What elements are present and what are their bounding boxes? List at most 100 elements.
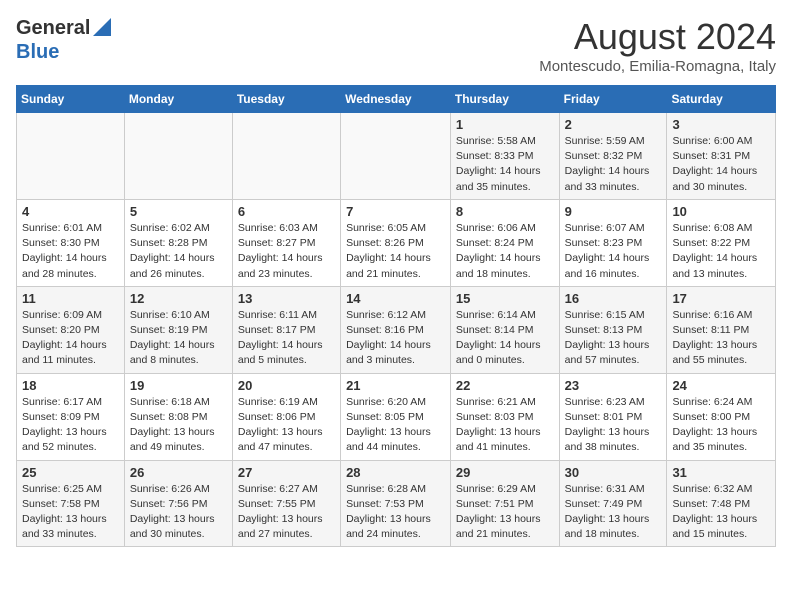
day-info: Sunrise: 5:58 AM Sunset: 8:33 PM Dayligh… (456, 134, 554, 195)
day-info: Sunrise: 6:28 AM Sunset: 7:53 PM Dayligh… (346, 482, 445, 543)
calendar-cell: 12 Sunrise: 6:10 AM Sunset: 8:19 PM Dayli… (124, 286, 232, 373)
day-info: Sunrise: 6:20 AM Sunset: 8:05 PM Dayligh… (346, 395, 445, 456)
calendar-cell: 2 Sunrise: 5:59 AM Sunset: 8:32 PM Daylig… (559, 113, 667, 200)
calendar-cell (232, 113, 340, 200)
day-info: Sunrise: 6:08 AM Sunset: 8:22 PM Dayligh… (672, 221, 770, 282)
day-info: Sunrise: 6:31 AM Sunset: 7:49 PM Dayligh… (565, 482, 662, 543)
day-number: 4 (22, 204, 119, 219)
day-info: Sunrise: 6:05 AM Sunset: 8:26 PM Dayligh… (346, 221, 445, 282)
calendar-cell: 17Sunrise: 6:16 AM Sunset: 8:11 PM Dayli… (667, 286, 776, 373)
day-info: Sunrise: 6:25 AM Sunset: 7:58 PM Dayligh… (22, 482, 119, 543)
calendar-cell: 30 Sunrise: 6:31 AM Sunset: 7:49 PM Dayli… (559, 460, 667, 547)
calendar-cell (124, 113, 232, 200)
calendar-cell: 4 Sunrise: 6:01 AM Sunset: 8:30 PM Daylig… (17, 199, 125, 286)
day-number: 19 (130, 378, 227, 393)
calendar-cell (341, 113, 451, 200)
day-info: Sunrise: 6:03 AM Sunset: 8:27 PM Dayligh… (238, 221, 335, 282)
title-area: August 2024 Montescudo, Emilia-Romagna, … (539, 16, 776, 75)
calendar-week-3: 11 Sunrise: 6:09 AM Sunset: 8:20 PM Dayli… (17, 286, 776, 373)
day-number: 23 (565, 378, 662, 393)
day-number: 24 (672, 378, 770, 393)
logo-blue: Blue (16, 41, 59, 63)
day-number: 22 (456, 378, 554, 393)
day-info: Sunrise: 6:15 AM Sunset: 8:13 PM Dayligh… (565, 308, 662, 369)
day-number: 9 (565, 204, 662, 219)
calendar-cell: 10Sunrise: 6:08 AM Sunset: 8:22 PM Dayli… (667, 199, 776, 286)
calendar-week-4: 18Sunrise: 6:17 AM Sunset: 8:09 PM Dayli… (17, 373, 776, 460)
day-number: 13 (238, 291, 335, 306)
calendar-cell: 3 Sunrise: 6:00 AM Sunset: 8:31 PM Daylig… (667, 113, 776, 200)
day-number: 14 (346, 291, 445, 306)
calendar-cell: 15Sunrise: 6:14 AM Sunset: 8:14 PM Dayli… (450, 286, 559, 373)
calendar-cell: 27 Sunrise: 6:27 AM Sunset: 7:55 PM Dayli… (232, 460, 340, 547)
day-number: 3 (672, 117, 770, 132)
day-info: Sunrise: 5:59 AM Sunset: 8:32 PM Dayligh… (565, 134, 662, 195)
day-info: Sunrise: 6:07 AM Sunset: 8:23 PM Dayligh… (565, 221, 662, 282)
calendar-cell: 31Sunrise: 6:32 AM Sunset: 7:48 PM Dayli… (667, 460, 776, 547)
day-number: 12 (130, 291, 227, 306)
weekday-header-saturday: Saturday (667, 86, 776, 113)
calendar-cell: 22 Sunrise: 6:21 AM Sunset: 8:03 PM Dayli… (450, 373, 559, 460)
day-info: Sunrise: 6:11 AM Sunset: 8:17 PM Dayligh… (238, 308, 335, 369)
calendar-week-5: 25 Sunrise: 6:25 AM Sunset: 7:58 PM Dayli… (17, 460, 776, 547)
calendar-cell: 29 Sunrise: 6:29 AM Sunset: 7:51 PM Dayli… (450, 460, 559, 547)
calendar-cell: 8 Sunrise: 6:06 AM Sunset: 8:24 PM Daylig… (450, 199, 559, 286)
calendar-cell (17, 113, 125, 200)
day-info: Sunrise: 6:09 AM Sunset: 8:20 PM Dayligh… (22, 308, 119, 369)
logo: General Blue (16, 16, 111, 64)
weekday-header-monday: Monday (124, 86, 232, 113)
calendar-cell: 19 Sunrise: 6:18 AM Sunset: 8:08 PM Dayli… (124, 373, 232, 460)
day-info: Sunrise: 6:24 AM Sunset: 8:00 PM Dayligh… (672, 395, 770, 456)
calendar-week-2: 4 Sunrise: 6:01 AM Sunset: 8:30 PM Daylig… (17, 199, 776, 286)
day-info: Sunrise: 6:01 AM Sunset: 8:30 PM Dayligh… (22, 221, 119, 282)
day-info: Sunrise: 6:16 AM Sunset: 8:11 PM Dayligh… (672, 308, 770, 369)
calendar-cell: 18Sunrise: 6:17 AM Sunset: 8:09 PM Dayli… (17, 373, 125, 460)
calendar-cell: 26Sunrise: 6:26 AM Sunset: 7:56 PM Dayli… (124, 460, 232, 547)
weekday-header-tuesday: Tuesday (232, 86, 340, 113)
day-info: Sunrise: 6:23 AM Sunset: 8:01 PM Dayligh… (565, 395, 662, 456)
calendar-cell: 13 Sunrise: 6:11 AM Sunset: 8:17 PM Dayli… (232, 286, 340, 373)
calendar-week-1: 1 Sunrise: 5:58 AM Sunset: 8:33 PM Daylig… (17, 113, 776, 200)
calendar-cell: 5 Sunrise: 6:02 AM Sunset: 8:28 PM Daylig… (124, 199, 232, 286)
weekday-header-thursday: Thursday (450, 86, 559, 113)
day-info: Sunrise: 6:06 AM Sunset: 8:24 PM Dayligh… (456, 221, 554, 282)
day-number: 6 (238, 204, 335, 219)
day-number: 26 (130, 465, 227, 480)
day-info: Sunrise: 6:29 AM Sunset: 7:51 PM Dayligh… (456, 482, 554, 543)
day-info: Sunrise: 6:19 AM Sunset: 8:06 PM Dayligh… (238, 395, 335, 456)
day-info: Sunrise: 6:00 AM Sunset: 8:31 PM Dayligh… (672, 134, 770, 195)
day-number: 27 (238, 465, 335, 480)
day-number: 30 (565, 465, 662, 480)
calendar-cell: 16 Sunrise: 6:15 AM Sunset: 8:13 PM Dayli… (559, 286, 667, 373)
day-number: 21 (346, 378, 445, 393)
day-number: 29 (456, 465, 554, 480)
day-number: 2 (565, 117, 662, 132)
day-info: Sunrise: 6:10 AM Sunset: 8:19 PM Dayligh… (130, 308, 227, 369)
calendar-cell: 21 Sunrise: 6:20 AM Sunset: 8:05 PM Dayli… (341, 373, 451, 460)
weekday-header-friday: Friday (559, 86, 667, 113)
day-info: Sunrise: 6:18 AM Sunset: 8:08 PM Dayligh… (130, 395, 227, 456)
day-number: 31 (672, 465, 770, 480)
day-info: Sunrise: 6:17 AM Sunset: 8:09 PM Dayligh… (22, 395, 119, 456)
calendar-cell: 9 Sunrise: 6:07 AM Sunset: 8:23 PM Daylig… (559, 199, 667, 286)
logo-general: General (16, 17, 90, 40)
day-number: 5 (130, 204, 227, 219)
weekday-header-wednesday: Wednesday (341, 86, 451, 113)
calendar-cell: 28 Sunrise: 6:28 AM Sunset: 7:53 PM Dayli… (341, 460, 451, 547)
day-info: Sunrise: 6:21 AM Sunset: 8:03 PM Dayligh… (456, 395, 554, 456)
calendar-cell: 7Sunrise: 6:05 AM Sunset: 8:26 PM Daylig… (341, 199, 451, 286)
day-number: 25 (22, 465, 119, 480)
day-number: 11 (22, 291, 119, 306)
day-number: 1 (456, 117, 554, 132)
day-number: 16 (565, 291, 662, 306)
calendar-cell: 23 Sunrise: 6:23 AM Sunset: 8:01 PM Dayli… (559, 373, 667, 460)
weekday-header-row: SundayMondayTuesdayWednesdayThursdayFrid… (17, 86, 776, 113)
day-number: 8 (456, 204, 554, 219)
calendar-cell: 25 Sunrise: 6:25 AM Sunset: 7:58 PM Dayli… (17, 460, 125, 547)
day-info: Sunrise: 6:27 AM Sunset: 7:55 PM Dayligh… (238, 482, 335, 543)
day-info: Sunrise: 6:02 AM Sunset: 8:28 PM Dayligh… (130, 221, 227, 282)
day-number: 15 (456, 291, 554, 306)
day-number: 28 (346, 465, 445, 480)
header: General Blue August 2024 Montescudo, Emi… (16, 16, 776, 75)
calendar-cell: 1 Sunrise: 5:58 AM Sunset: 8:33 PM Daylig… (450, 113, 559, 200)
